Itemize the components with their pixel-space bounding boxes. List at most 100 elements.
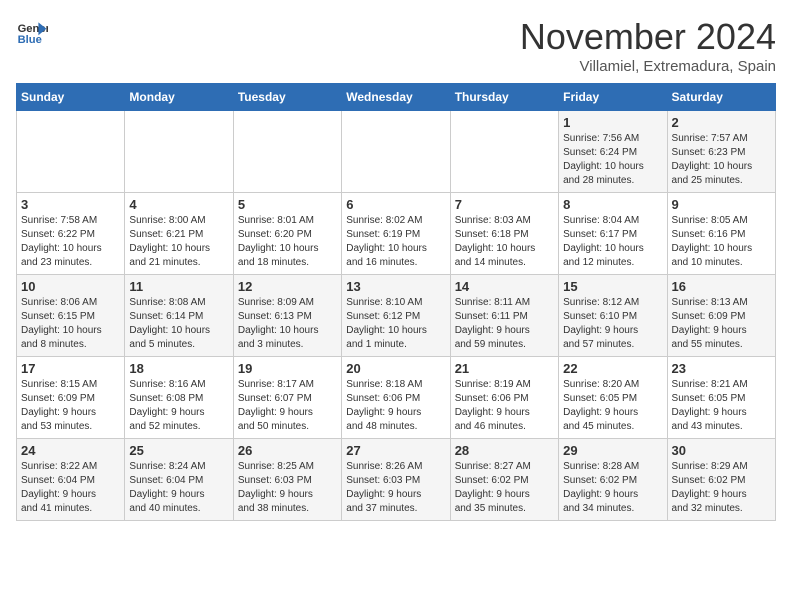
day-number: 15 [563, 279, 662, 294]
day-cell: 14 Sunrise: 8:11 AM Sunset: 6:11 PM Dayli… [450, 275, 558, 357]
day-cell [125, 111, 233, 193]
day-cell [17, 111, 125, 193]
day-number: 21 [455, 361, 554, 376]
day-cell: 17Sunrise: 8:15 AM Sunset: 6:09 PM Dayli… [17, 357, 125, 439]
day-cell: 4 Sunrise: 8:00 AM Sunset: 6:21 PM Daylig… [125, 193, 233, 275]
day-info: Sunrise: 8:12 AM Sunset: 6:10 PM Dayligh… [563, 296, 662, 352]
month-title: November 2024 [520, 16, 776, 58]
day-number: 6 [346, 197, 445, 212]
day-cell: 28 Sunrise: 8:27 AM Sunset: 6:02 PM Dayli… [450, 439, 558, 521]
day-number: 16 [672, 279, 771, 294]
day-cell: 6 Sunrise: 8:02 AM Sunset: 6:19 PM Daylig… [342, 193, 450, 275]
day-cell: 18Sunrise: 8:16 AM Sunset: 6:08 PM Dayli… [125, 357, 233, 439]
day-info: Sunrise: 8:25 AM Sunset: 6:03 PM Dayligh… [238, 460, 337, 516]
weekday-header-wednesday: Wednesday [342, 84, 450, 111]
weekday-header-row: SundayMondayTuesdayWednesdayThursdayFrid… [17, 84, 776, 111]
day-info: Sunrise: 8:18 AM Sunset: 6:06 PM Dayligh… [346, 378, 445, 434]
day-number: 3 [21, 197, 120, 212]
day-info: Sunrise: 8:19 AM Sunset: 6:06 PM Dayligh… [455, 378, 554, 434]
day-cell: 2 Sunrise: 7:57 AM Sunset: 6:23 PM Daylig… [667, 111, 775, 193]
day-info: Sunrise: 7:57 AM Sunset: 6:23 PM Dayligh… [672, 132, 771, 188]
day-cell: 23 Sunrise: 8:21 AM Sunset: 6:05 PM Dayli… [667, 357, 775, 439]
day-cell: 12Sunrise: 8:09 AM Sunset: 6:13 PM Dayli… [233, 275, 341, 357]
weekday-header-sunday: Sunday [17, 84, 125, 111]
day-info: Sunrise: 8:22 AM Sunset: 6:04 PM Dayligh… [21, 460, 120, 516]
header: General Blue November 2024 Villamiel, Ex… [16, 16, 776, 75]
day-cell [342, 111, 450, 193]
calendar-table: SundayMondayTuesdayWednesdayThursdayFrid… [16, 83, 776, 521]
day-number: 2 [672, 115, 771, 130]
day-info: Sunrise: 8:05 AM Sunset: 6:16 PM Dayligh… [672, 214, 771, 270]
day-number: 29 [563, 443, 662, 458]
day-number: 27 [346, 443, 445, 458]
day-cell [233, 111, 341, 193]
day-info: Sunrise: 8:11 AM Sunset: 6:11 PM Dayligh… [455, 296, 554, 352]
day-number: 19 [238, 361, 337, 376]
day-cell: 11 Sunrise: 8:08 AM Sunset: 6:14 PM Dayli… [125, 275, 233, 357]
day-cell: 13 Sunrise: 8:10 AM Sunset: 6:12 PM Dayli… [342, 275, 450, 357]
weekday-header-friday: Friday [559, 84, 667, 111]
weekday-header-tuesday: Tuesday [233, 84, 341, 111]
weekday-header-saturday: Saturday [667, 84, 775, 111]
day-cell: 15 Sunrise: 8:12 AM Sunset: 6:10 PM Dayli… [559, 275, 667, 357]
day-number: 30 [672, 443, 771, 458]
day-number: 20 [346, 361, 445, 376]
day-cell: 5 Sunrise: 8:01 AM Sunset: 6:20 PM Daylig… [233, 193, 341, 275]
day-info: Sunrise: 8:17 AM Sunset: 6:07 PM Dayligh… [238, 378, 337, 434]
day-info: Sunrise: 8:06 AM Sunset: 6:15 PM Dayligh… [21, 296, 120, 352]
day-cell: 20 Sunrise: 8:18 AM Sunset: 6:06 PM Dayli… [342, 357, 450, 439]
week-row-3: 10 Sunrise: 8:06 AM Sunset: 6:15 PM Dayli… [17, 275, 776, 357]
day-info: Sunrise: 8:01 AM Sunset: 6:20 PM Dayligh… [238, 214, 337, 270]
day-number: 23 [672, 361, 771, 376]
day-number: 28 [455, 443, 554, 458]
day-cell: 30 Sunrise: 8:29 AM Sunset: 6:02 PM Dayli… [667, 439, 775, 521]
day-info: Sunrise: 8:02 AM Sunset: 6:19 PM Dayligh… [346, 214, 445, 270]
day-cell: 10 Sunrise: 8:06 AM Sunset: 6:15 PM Dayli… [17, 275, 125, 357]
day-cell: 25 Sunrise: 8:24 AM Sunset: 6:04 PM Dayli… [125, 439, 233, 521]
day-info: Sunrise: 8:24 AM Sunset: 6:04 PM Dayligh… [129, 460, 228, 516]
day-info: Sunrise: 8:28 AM Sunset: 6:02 PM Dayligh… [563, 460, 662, 516]
day-info: Sunrise: 8:27 AM Sunset: 6:02 PM Dayligh… [455, 460, 554, 516]
day-number: 7 [455, 197, 554, 212]
weekday-header-thursday: Thursday [450, 84, 558, 111]
day-number: 26 [238, 443, 337, 458]
day-cell: 21 Sunrise: 8:19 AM Sunset: 6:06 PM Dayli… [450, 357, 558, 439]
day-cell: 8Sunrise: 8:04 AM Sunset: 6:17 PM Daylig… [559, 193, 667, 275]
day-info: Sunrise: 8:10 AM Sunset: 6:12 PM Dayligh… [346, 296, 445, 352]
day-info: Sunrise: 8:08 AM Sunset: 6:14 PM Dayligh… [129, 296, 228, 352]
day-number: 24 [21, 443, 120, 458]
day-number: 5 [238, 197, 337, 212]
day-number: 13 [346, 279, 445, 294]
location: Villamiel, Extremadura, Spain [520, 58, 776, 75]
day-number: 9 [672, 197, 771, 212]
week-row-5: 24 Sunrise: 8:22 AM Sunset: 6:04 PM Dayli… [17, 439, 776, 521]
logo: General Blue [16, 16, 48, 48]
day-number: 1 [563, 115, 662, 130]
day-number: 12 [238, 279, 337, 294]
day-info: Sunrise: 8:13 AM Sunset: 6:09 PM Dayligh… [672, 296, 771, 352]
day-number: 25 [129, 443, 228, 458]
day-info: Sunrise: 8:29 AM Sunset: 6:02 PM Dayligh… [672, 460, 771, 516]
day-number: 11 [129, 279, 228, 294]
title-section: November 2024 Villamiel, Extremadura, Sp… [520, 16, 776, 75]
svg-text:Blue: Blue [18, 34, 42, 46]
day-number: 4 [129, 197, 228, 212]
day-info: Sunrise: 7:58 AM Sunset: 6:22 PM Dayligh… [21, 214, 120, 270]
day-number: 14 [455, 279, 554, 294]
day-cell: 19 Sunrise: 8:17 AM Sunset: 6:07 PM Dayli… [233, 357, 341, 439]
day-cell: 16 Sunrise: 8:13 AM Sunset: 6:09 PM Dayli… [667, 275, 775, 357]
day-cell: 7 Sunrise: 8:03 AM Sunset: 6:18 PM Daylig… [450, 193, 558, 275]
day-number: 8 [563, 197, 662, 212]
day-cell: 1Sunrise: 7:56 AM Sunset: 6:24 PM Daylig… [559, 111, 667, 193]
day-cell: 3 Sunrise: 7:58 AM Sunset: 6:22 PM Daylig… [17, 193, 125, 275]
day-number: 10 [21, 279, 120, 294]
day-info: Sunrise: 8:03 AM Sunset: 6:18 PM Dayligh… [455, 214, 554, 270]
day-info: Sunrise: 8:21 AM Sunset: 6:05 PM Dayligh… [672, 378, 771, 434]
day-info: Sunrise: 8:26 AM Sunset: 6:03 PM Dayligh… [346, 460, 445, 516]
day-cell: 27 Sunrise: 8:26 AM Sunset: 6:03 PM Dayli… [342, 439, 450, 521]
day-info: Sunrise: 8:00 AM Sunset: 6:21 PM Dayligh… [129, 214, 228, 270]
day-number: 22 [563, 361, 662, 376]
day-cell: 26 Sunrise: 8:25 AM Sunset: 6:03 PM Dayli… [233, 439, 341, 521]
day-info: Sunrise: 8:15 AM Sunset: 6:09 PM Dayligh… [21, 378, 120, 434]
day-cell [450, 111, 558, 193]
